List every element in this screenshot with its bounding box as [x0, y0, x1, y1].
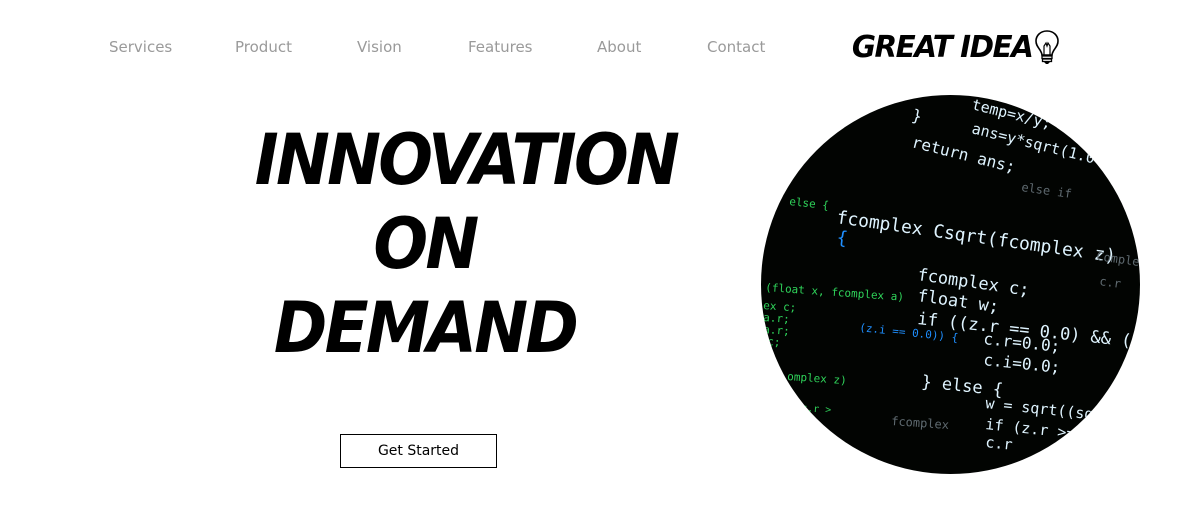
- get-started-button[interactable]: Get Started: [340, 434, 497, 468]
- hero-line-3: DEMAND: [273, 287, 579, 369]
- code-line: {: [835, 227, 849, 249]
- nav-contact[interactable]: Contact: [707, 38, 765, 56]
- code-line: omplex z): [787, 370, 847, 387]
- lightbulb-icon: [1035, 30, 1060, 64]
- code-line: Complex: [1096, 249, 1140, 270]
- code-line: fcomplex: [891, 414, 950, 432]
- logo-text: GREAT IDEA: [851, 29, 1034, 65]
- nav-about[interactable]: About: [597, 38, 641, 56]
- code-line: c.r: [1099, 274, 1122, 291]
- code-line: }: [910, 105, 924, 126]
- code-line: fcomplex Csqrt(fcomplex z): [835, 207, 1117, 267]
- code-image-art: temp=x/y;}ans=y*sqrt(1.0+temp*temp);retu…: [763, 95, 1140, 454]
- code-image: temp=x/y;} ans=y*sqrt(1.0+temp*temp); retu…: [761, 95, 1140, 474]
- code-line: else if: [1021, 180, 1073, 201]
- hero-heading: INNOVATION ON DEMAND: [240, 118, 680, 370]
- logo[interactable]: GREAT IDEA: [850, 27, 1060, 67]
- nav-product[interactable]: Product: [235, 38, 292, 56]
- hero-line-1: INNOVATION: [254, 119, 680, 201]
- hero-line-2: ON: [373, 203, 479, 285]
- nav-vision[interactable]: Vision: [357, 38, 402, 56]
- code-line: c;: [767, 335, 781, 349]
- code-line: c.r: [985, 433, 1014, 454]
- code-line: z.r >: [801, 403, 832, 416]
- nav-features[interactable]: Features: [468, 38, 533, 56]
- nav-services[interactable]: Services: [109, 38, 172, 56]
- code-line: else {: [789, 195, 830, 212]
